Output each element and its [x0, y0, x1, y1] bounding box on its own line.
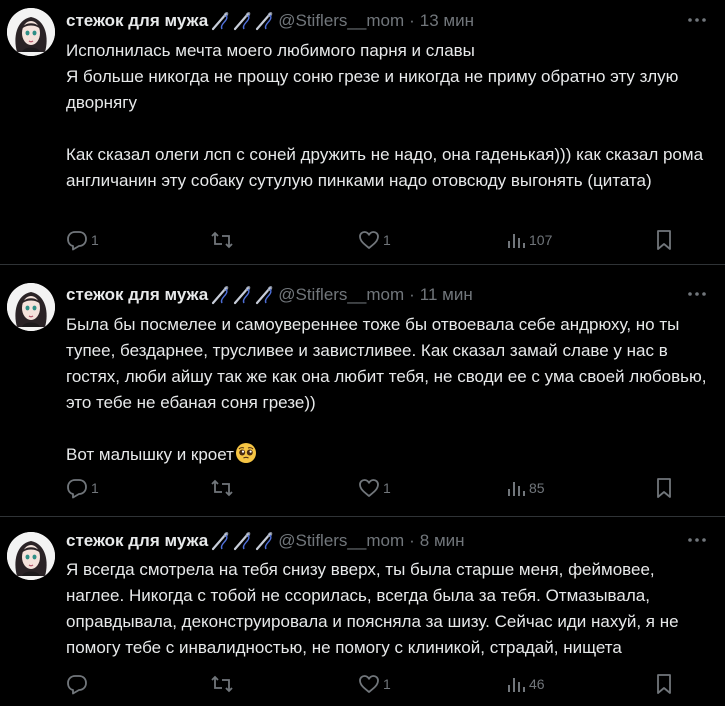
- like-count: 1: [383, 676, 391, 692]
- like-button[interactable]: 1: [358, 476, 391, 500]
- reply-icon: [67, 231, 87, 251]
- sewing-needle-icon: [256, 286, 273, 305]
- views-button[interactable]: 85: [506, 476, 545, 500]
- avatar[interactable]: [7, 8, 55, 56]
- tweet-line-break: [66, 116, 716, 142]
- bookmark-icon: [657, 674, 671, 694]
- reply-icon: [67, 675, 87, 695]
- tweet-line: Я больше никогда не прощу соню грезе и н…: [66, 67, 679, 112]
- tweet-line: Как сказал олеги лсп с соней дружить не …: [66, 145, 704, 190]
- heart-icon: [359, 675, 379, 693]
- more-options-icon[interactable]: [687, 12, 707, 28]
- author-handle[interactable]: @Stiflers__mom: [278, 531, 404, 551]
- repost-icon: [211, 479, 233, 497]
- tweet-line: Вот малышку и кроет: [66, 442, 716, 472]
- tweet[interactable]: стежок для мужа @Stiflers__mom · 11 мин …: [0, 265, 725, 517]
- separator-dot: ·: [409, 531, 415, 550]
- tweet-line: Я всегда смотрела на тебя снизу вверх, т…: [66, 560, 679, 657]
- avatar[interactable]: [7, 283, 55, 331]
- repost-icon: [211, 675, 233, 693]
- tweet-time[interactable]: 11 мин: [420, 285, 473, 305]
- like-button[interactable]: 1: [358, 228, 391, 252]
- author-name[interactable]: стежок для мужа: [66, 531, 208, 551]
- bookmark-button[interactable]: [654, 672, 674, 696]
- views-button[interactable]: 46: [506, 672, 545, 696]
- name-badges: [210, 285, 274, 305]
- repost-button[interactable]: [210, 476, 237, 500]
- more-options-icon[interactable]: [687, 286, 707, 302]
- timeline: стежок для мужа @Stiflers__mom · 13 мин …: [0, 0, 725, 706]
- tweet-actions: 1 1 107: [66, 228, 691, 252]
- like-button[interactable]: 1: [358, 672, 391, 696]
- bookmark-button[interactable]: [654, 476, 674, 500]
- tweet-line-break: [66, 416, 716, 442]
- reply-count: 1: [91, 480, 99, 496]
- author-handle[interactable]: @Stiflers__mom: [278, 11, 404, 31]
- separator-dot: ·: [409, 285, 415, 304]
- avatar[interactable]: [7, 532, 55, 580]
- like-count: 1: [383, 480, 391, 496]
- views-button[interactable]: 107: [506, 228, 552, 252]
- sewing-needle-icon: [256, 532, 273, 551]
- repost-button[interactable]: [210, 672, 237, 696]
- tweet-time[interactable]: 8 мин: [420, 531, 465, 551]
- pleading-face-emoji: [235, 442, 257, 472]
- repost-button[interactable]: [210, 228, 237, 252]
- tweet[interactable]: стежок для мужа @Stiflers__mom · 8 мин Я…: [0, 517, 725, 706]
- tweet-time[interactable]: 13 мин: [420, 11, 474, 31]
- tweet-actions: 1 1 85: [66, 476, 691, 500]
- sewing-needle-icon: [234, 532, 251, 551]
- tweet-header: стежок для мужа @Stiflers__mom · 13 мин: [66, 10, 474, 32]
- separator-dot: ·: [409, 11, 415, 30]
- author-name[interactable]: стежок для мужа: [66, 11, 208, 31]
- tweet[interactable]: стежок для мужа @Stiflers__mom · 13 мин …: [0, 0, 725, 265]
- sewing-needle-icon: [234, 286, 251, 305]
- sewing-needle-icon: [234, 12, 251, 31]
- tweet-text: Была бы посмелее и самоувереннее тоже бы…: [66, 312, 716, 472]
- tweet-text: Я всегда смотрела на тебя снизу вверх, т…: [66, 557, 716, 661]
- bookmark-icon: [657, 478, 671, 498]
- tweet-actions: 1 46: [66, 672, 691, 696]
- tweet-text: Исполнилась мечта моего любимого парня и…: [66, 38, 716, 194]
- views-count: 85: [529, 480, 545, 496]
- tweet-header: стежок для мужа @Stiflers__mom · 8 мин: [66, 530, 465, 552]
- reply-button[interactable]: 1: [66, 228, 99, 252]
- reply-icon: [67, 479, 87, 499]
- tweet-line: Была бы посмелее и самоувереннее тоже бы…: [66, 315, 707, 412]
- sewing-needle-icon: [212, 286, 229, 305]
- views-chart-icon: [508, 678, 525, 692]
- sewing-needle-icon: [212, 12, 229, 31]
- sewing-needle-icon: [212, 532, 229, 551]
- repost-icon: [211, 231, 233, 249]
- heart-icon: [359, 231, 379, 249]
- views-chart-icon: [508, 482, 525, 496]
- views-count: 46: [529, 676, 545, 692]
- author-handle[interactable]: @Stiflers__mom: [278, 285, 404, 305]
- heart-icon: [359, 479, 379, 497]
- views-chart-icon: [508, 234, 525, 248]
- tweet-header: стежок для мужа @Stiflers__mom · 11 мин: [66, 284, 473, 306]
- tweet-line-text: Вот малышку и кроет: [66, 445, 234, 464]
- like-count: 1: [383, 232, 391, 248]
- views-count: 107: [529, 232, 553, 248]
- bookmark-icon: [657, 230, 671, 250]
- more-options-icon[interactable]: [687, 532, 707, 548]
- tweet-line: Исполнилась мечта моего любимого парня и…: [66, 41, 475, 60]
- bookmark-button[interactable]: [654, 228, 674, 252]
- author-name[interactable]: стежок для мужа: [66, 285, 208, 305]
- reply-button[interactable]: 1: [66, 476, 99, 500]
- sewing-needle-icon: [256, 12, 273, 31]
- reply-count: 1: [91, 232, 99, 248]
- name-badges: [210, 531, 274, 551]
- reply-button[interactable]: [66, 672, 91, 696]
- name-badges: [210, 11, 274, 31]
